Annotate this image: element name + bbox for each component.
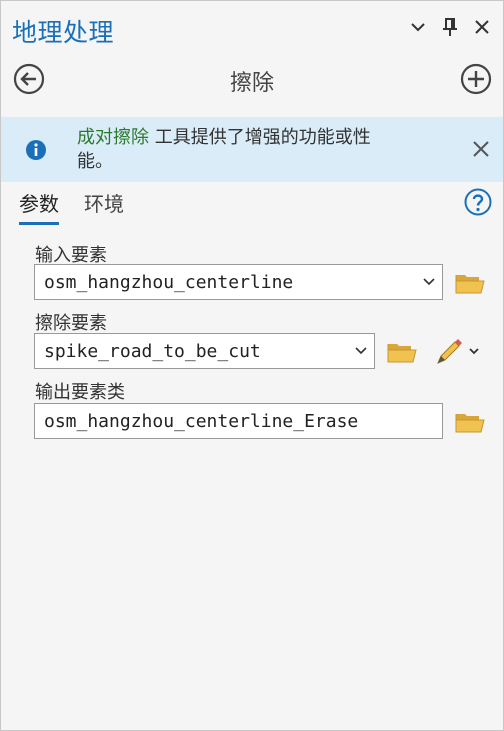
chevron-down-icon[interactable] [416,264,442,300]
chevron-down-icon[interactable] [348,333,374,369]
output-feature-class-label: 输出要素类 [35,382,125,403]
erase-features-dropdown[interactable]: spike_road_to_be_cut [34,333,375,369]
tool-navbar: 擦除 [1,57,503,109]
input-features-dropdown[interactable]: osm_hangzhou_centerline [34,264,443,300]
folder-open-icon[interactable] [455,410,485,434]
tab-environments[interactable]: 环境 [84,188,124,222]
output-feature-class-input[interactable]: osm_hangzhou_centerline_Erase [34,403,443,439]
output-feature-class-value: osm_hangzhou_centerline_Erase [44,410,359,432]
geoprocessing-pane: 地理处理 擦除 成对擦除 工具提供了增强的功能或性 能。 参数 环境 输入要素 … [0,0,504,731]
tool-title: 擦除 [229,71,274,96]
chevron-down-icon[interactable] [407,15,429,39]
banner-message: 成对擦除 工具提供了增强的功能或性 能。 [77,126,437,174]
pane-title: 地理处理 [12,18,115,47]
banner-message-line2: 能。 [77,151,113,172]
pane-titlebar: 地理处理 [1,1,503,57]
banner-close-icon[interactable] [471,139,491,163]
folder-open-icon[interactable] [455,271,485,295]
banner-message-line1: 工具提供了增强的功能或性 [149,127,371,148]
info-banner: 成对擦除 工具提供了增强的功能或性 能。 [1,117,503,182]
close-icon[interactable] [471,15,493,39]
pin-icon[interactable] [439,15,461,39]
input-features-value: osm_hangzhou_centerline [44,271,294,293]
info-icon [25,139,47,161]
add-circle-icon[interactable] [460,63,492,95]
erase-features-label: 擦除要素 [35,313,107,334]
erase-features-value: spike_road_to_be_cut [44,340,261,362]
pairwise-erase-link[interactable]: 成对擦除 [77,127,149,148]
pencil-sketch-icon[interactable] [435,338,481,366]
folder-open-icon[interactable] [387,340,417,364]
tab-parameters[interactable]: 参数 [19,188,59,225]
help-icon[interactable] [464,188,492,216]
